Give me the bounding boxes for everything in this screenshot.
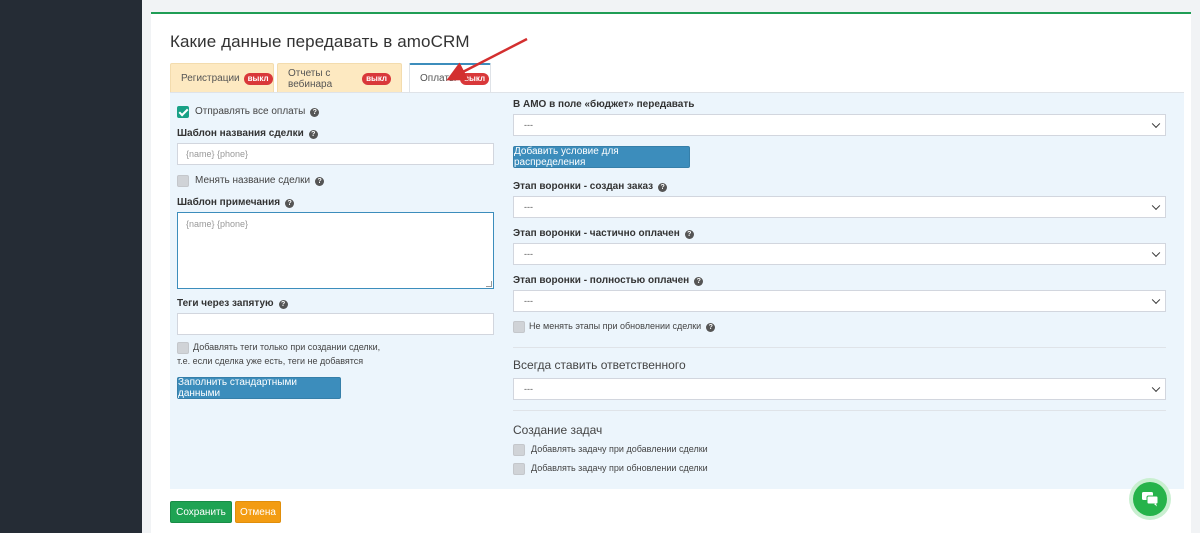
add-tags-note: т.е. если сделка уже есть, теги не добав… — [177, 356, 364, 366]
tab-label: Регистрации — [181, 73, 240, 84]
chevron-down-icon — [1151, 295, 1161, 305]
help-icon[interactable]: ? — [684, 230, 694, 239]
stage-full-label: Этап воронки - полностью оплачен? — [513, 275, 704, 286]
deal-name-template-label: Шаблон названия сделки? — [177, 128, 318, 139]
chevron-down-icon — [1151, 119, 1161, 129]
tab-registrations[interactable]: Регистрации выкл — [170, 63, 274, 93]
task-on-add-label: Добавлять задачу при добавлении сделки — [531, 444, 708, 454]
divider — [513, 347, 1166, 348]
panel-title: Какие данные передавать в amoCRM — [170, 32, 470, 51]
stage-created-select[interactable]: --- — [513, 196, 1166, 218]
stage-created-select-value: --- — [524, 202, 533, 212]
tags-label: Теги через запятую? — [177, 298, 288, 309]
chat-widget-button[interactable] — [1133, 482, 1167, 516]
deal-name-template-input[interactable]: {name} {phone} — [177, 143, 494, 165]
fill-default-data-button[interactable]: Заполнить стандартными данными — [177, 377, 341, 399]
responsible-select[interactable]: --- — [513, 378, 1166, 400]
stage-created-label: Этап воронки - создан заказ? — [513, 181, 668, 192]
responsible-select-value: --- — [524, 384, 533, 394]
add-tags-only-on-create-checkbox[interactable] — [177, 342, 189, 354]
budget-select-value: --- — [524, 120, 533, 130]
stage-partial-label: Этап воронки - частично оплачен? — [513, 228, 694, 239]
help-icon[interactable]: ? — [310, 108, 320, 117]
stage-full-select-value: --- — [524, 296, 533, 306]
responsible-title: Всегда ставить ответственного — [513, 358, 686, 372]
tab-label: Оплаты — [420, 73, 457, 84]
tab-content-payments: Отправлять все оплаты? Шаблон названия с… — [170, 92, 1184, 489]
chevron-down-icon — [1151, 201, 1161, 211]
send-all-payments-label: Отправлять все оплаты? — [195, 106, 320, 117]
stage-partial-select-value: --- — [524, 249, 533, 259]
amocrm-settings-panel: Какие данные передавать в amoCRM Регистр… — [151, 12, 1191, 533]
help-icon[interactable]: ? — [308, 130, 318, 139]
tags-input[interactable] — [177, 313, 494, 335]
dont-change-stages-checkbox[interactable] — [513, 321, 525, 333]
help-icon[interactable]: ? — [285, 199, 295, 208]
add-tags-only-on-create-label: Добавлять теги только при создании сделк… — [193, 342, 381, 352]
tab-webinar-reports[interactable]: Отчеты с вебинара выкл — [277, 63, 402, 93]
help-icon[interactable]: ? — [278, 300, 288, 309]
chevron-down-icon — [1151, 383, 1161, 393]
help-icon[interactable]: ? — [658, 183, 668, 192]
status-badge: выкл — [460, 72, 490, 85]
app-sidebar — [0, 0, 142, 533]
cancel-button[interactable]: Отмена — [235, 501, 281, 523]
chevron-down-icon — [1151, 248, 1161, 258]
note-template-textarea[interactable]: {name} {phone} — [177, 212, 494, 289]
save-button[interactable]: Сохранить — [170, 501, 232, 523]
help-icon[interactable]: ? — [315, 177, 325, 186]
change-deal-name-checkbox[interactable] — [177, 175, 189, 187]
budget-select[interactable]: --- — [513, 114, 1166, 136]
help-icon[interactable]: ? — [694, 277, 704, 286]
note-template-label: Шаблон примечания? — [177, 197, 295, 208]
stage-partial-select[interactable]: --- — [513, 243, 1166, 265]
note-template-text: {name} {phone} — [186, 219, 249, 229]
add-distribution-condition-button[interactable]: Добавить условие для распределения — [513, 146, 690, 168]
chat-icon — [1142, 492, 1159, 507]
tasks-title: Создание задач — [513, 423, 603, 437]
tab-label: Отчеты с вебинара — [288, 67, 333, 90]
dont-change-stages-label: Не менять этапы при обновлении сделки? — [529, 321, 716, 332]
divider — [513, 410, 1166, 411]
stage-full-select[interactable]: --- — [513, 290, 1166, 312]
send-all-payments-checkbox[interactable] — [177, 106, 189, 118]
page-content: Какие данные передавать в amoCRM Регистр… — [142, 0, 1200, 533]
tab-payments[interactable]: Оплаты выкл — [409, 63, 491, 93]
budget-label: В АМО в поле «бюджет» передавать — [513, 99, 695, 110]
status-badge: выкл — [362, 72, 391, 85]
task-on-update-checkbox[interactable] — [513, 463, 525, 475]
task-on-update-label: Добавлять задачу при обновлении сделки — [531, 463, 708, 473]
task-on-add-checkbox[interactable] — [513, 444, 525, 456]
resize-handle-icon[interactable] — [486, 281, 492, 287]
change-deal-name-label: Менять название сделки? — [195, 175, 325, 186]
status-badge: выкл — [243, 72, 273, 85]
help-icon[interactable]: ? — [706, 323, 716, 332]
